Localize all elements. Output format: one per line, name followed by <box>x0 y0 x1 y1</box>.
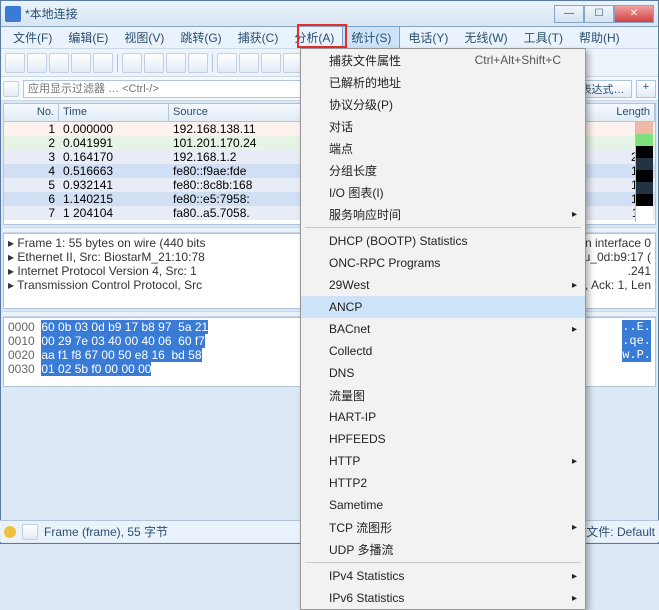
toolbar-separator <box>117 54 118 72</box>
toolbar-separator <box>212 54 213 72</box>
menu-item[interactable]: UDP 多播流 <box>301 538 585 560</box>
menu-help[interactable]: 帮助(H) <box>571 27 628 48</box>
menu-item[interactable]: Collectd <box>301 340 585 362</box>
menu-view[interactable]: 视图(V) <box>116 27 172 48</box>
menu-item[interactable]: 流量图 <box>301 384 585 406</box>
status-icon[interactable] <box>22 524 38 540</box>
menu-item[interactable]: 29West▸ <box>301 274 585 296</box>
packet-colorbar <box>635 122 653 222</box>
col-time[interactable]: Time <box>59 104 169 121</box>
menubar: 文件(F) 编辑(E) 视图(V) 跳转(G) 捕获(C) 分析(A) 统计(S… <box>1 27 658 49</box>
menu-separator <box>305 562 581 563</box>
toolbar-button[interactable] <box>144 53 164 73</box>
window-title: *本地连接 <box>25 5 554 22</box>
close-button[interactable]: ✕ <box>614 5 654 23</box>
toolbar-button[interactable] <box>27 53 47 73</box>
menu-separator <box>305 227 581 228</box>
menu-item[interactable]: HTTP▸ <box>301 450 585 472</box>
col-no[interactable]: No. <box>4 104 59 121</box>
menu-capture[interactable]: 捕获(C) <box>230 27 287 48</box>
menu-item[interactable]: HPFEEDS <box>301 428 585 450</box>
menu-item[interactable]: ANCP <box>301 296 585 318</box>
menu-item[interactable]: Sametime <box>301 494 585 516</box>
menu-item[interactable]: 协议分级(P) <box>301 93 585 115</box>
menu-go[interactable]: 跳转(G) <box>172 27 229 48</box>
toolbar-button[interactable] <box>188 53 208 73</box>
menu-item[interactable]: I/O 图表(I) <box>301 181 585 203</box>
menu-item[interactable]: IPv4 Statistics▸ <box>301 565 585 587</box>
menu-item[interactable]: 对话 <box>301 115 585 137</box>
status-dot-icon <box>4 526 16 538</box>
toolbar-button[interactable] <box>93 53 113 73</box>
menu-item[interactable]: 端点 <box>301 137 585 159</box>
menu-wireless[interactable]: 无线(W) <box>456 27 515 48</box>
menu-stats[interactable]: 统计(S) <box>342 26 400 49</box>
menu-telephony[interactable]: 电话(Y) <box>400 27 456 48</box>
titlebar: *本地连接 — ☐ ✕ <box>1 1 658 27</box>
toolbar-button[interactable] <box>166 53 186 73</box>
menu-item[interactable]: IPv6 Statistics▸ <box>301 587 585 609</box>
menu-edit[interactable]: 编辑(E) <box>60 27 116 48</box>
toolbar-button[interactable] <box>5 53 25 73</box>
toolbar-button[interactable] <box>49 53 69 73</box>
menu-item[interactable]: DHCP (BOOTP) Statistics <box>301 230 585 252</box>
menu-tools[interactable]: 工具(T) <box>516 27 571 48</box>
menu-item[interactable]: DNS <box>301 362 585 384</box>
menu-file[interactable]: 文件(F) <box>5 27 60 48</box>
menu-item[interactable]: ONC-RPC Programs <box>301 252 585 274</box>
filter-icon[interactable] <box>3 81 19 97</box>
menu-item[interactable]: 已解析的地址 <box>301 71 585 93</box>
menu-item[interactable]: 服务响应时间▸ <box>301 203 585 225</box>
menu-analyze[interactable]: 分析(A) <box>286 27 342 48</box>
filter-add-button[interactable]: + <box>636 80 656 98</box>
menu-item[interactable]: 捕获文件属性Ctrl+Alt+Shift+C <box>301 49 585 71</box>
status-text: Frame (frame), 55 字节 <box>44 523 168 540</box>
toolbar-button[interactable] <box>217 53 237 73</box>
toolbar-button[interactable] <box>71 53 91 73</box>
menu-item[interactable]: BACnet▸ <box>301 318 585 340</box>
menu-item[interactable]: HTTP2 <box>301 472 585 494</box>
toolbar-button[interactable] <box>122 53 142 73</box>
toolbar-button[interactable] <box>239 53 259 73</box>
menu-item[interactable]: TCP 流图形▸ <box>301 516 585 538</box>
col-length[interactable]: Length <box>595 104 655 121</box>
menu-item[interactable]: HART-IP <box>301 406 585 428</box>
app-icon <box>5 6 21 22</box>
minimize-button[interactable]: — <box>554 5 584 23</box>
menu-item[interactable]: 分组长度 <box>301 159 585 181</box>
maximize-button[interactable]: ☐ <box>584 5 614 23</box>
stats-menu-dropdown: 捕获文件属性Ctrl+Alt+Shift+C已解析的地址协议分级(P)对话端点分… <box>300 48 586 610</box>
toolbar-button[interactable] <box>261 53 281 73</box>
